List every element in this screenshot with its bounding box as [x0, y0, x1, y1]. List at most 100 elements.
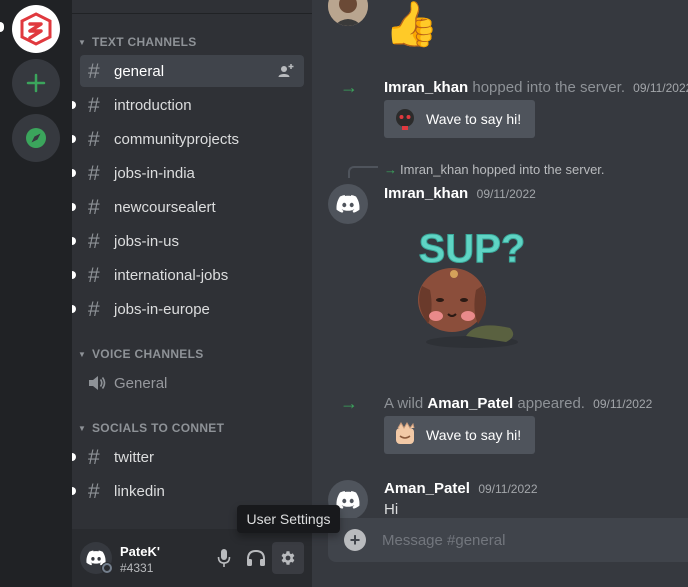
hash-icon: #	[88, 229, 100, 253]
hash-icon: #	[88, 93, 100, 117]
unread-indicator	[72, 237, 76, 245]
timestamp: 09/11/2022	[633, 81, 688, 95]
channel-sidebar: ▼ TEXT CHANNELS # general # introduction…	[72, 0, 312, 587]
channel-name: jobs-in-india	[114, 164, 195, 182]
sticker-text: SUP?	[419, 227, 526, 271]
join-arrow-icon: →	[340, 393, 358, 413]
member-name[interactable]: Aman_Patel	[427, 395, 513, 412]
user-settings-button[interactable]	[272, 542, 304, 574]
join-prefix: A wild	[384, 395, 424, 412]
avatar[interactable]	[328, 0, 368, 26]
speaker-icon	[88, 375, 112, 391]
gear-icon	[281, 551, 295, 565]
server-rail	[0, 0, 72, 587]
username: PateK'	[120, 544, 160, 559]
sidebar-header	[72, 0, 312, 14]
hash-icon: #	[88, 297, 100, 321]
unread-indicator	[72, 487, 76, 495]
channel-newcoursealert[interactable]: # newcoursealert	[72, 191, 304, 223]
plus-icon	[26, 73, 46, 93]
wave-sticker-icon	[396, 422, 415, 444]
channel-name: jobs-in-europe	[114, 300, 210, 318]
channel-jobs-in-india[interactable]: # jobs-in-india	[72, 157, 304, 189]
avatar[interactable]	[328, 184, 368, 224]
author-name[interactable]: Imran_khan	[384, 185, 468, 202]
channel-name: international-jobs	[114, 266, 229, 284]
channel-international-jobs[interactable]: # international-jobs	[72, 259, 304, 291]
server-icon-active[interactable]	[12, 5, 60, 53]
timestamp: 09/11/2022	[476, 187, 536, 201]
add-server-button[interactable]	[12, 59, 60, 107]
channel-introduction[interactable]: # introduction	[72, 89, 304, 121]
upload-plus-button[interactable]: +	[344, 529, 366, 551]
discord-logo-icon	[336, 195, 360, 213]
member-name[interactable]: Imran_khan	[384, 79, 468, 96]
message-header: Imran_khan 09/11/2022	[384, 185, 536, 203]
reply-connector	[348, 166, 378, 178]
plus-icon: +	[349, 530, 361, 550]
chevron-down-icon: ▼	[78, 37, 87, 47]
channel-name: jobs-in-us	[114, 232, 180, 250]
reply-text: Imran_khan hopped into the server.	[400, 162, 605, 177]
hash-icon: #	[88, 59, 100, 83]
channel-linkedin[interactable]: # linkedin	[72, 475, 304, 507]
hash-icon: #	[88, 127, 100, 151]
user-panel: PateK' #4331	[72, 529, 312, 587]
category-text-channels[interactable]: ▼ TEXT CHANNELS	[78, 32, 197, 52]
unread-indicator	[72, 135, 76, 143]
chat-area: 👍 → Imran_khan hopped into the server. 0…	[312, 0, 688, 587]
wave-label: Wave to say hi!	[426, 427, 522, 443]
headphones-icon	[247, 549, 265, 566]
wave-label: Wave to say hi!	[426, 111, 522, 127]
channel-name: linkedin	[114, 482, 165, 500]
join-arrow-icon: →	[340, 77, 358, 97]
shield-logo-icon	[20, 12, 52, 46]
join-suffix: appeared.	[517, 395, 585, 412]
hash-icon: #	[88, 161, 100, 185]
channel-jobs-in-europe[interactable]: # jobs-in-europe	[72, 293, 304, 325]
chevron-down-icon: ▼	[78, 423, 87, 433]
sup-sticker: SUP?	[406, 224, 538, 356]
user-settings-tooltip: User Settings	[237, 505, 340, 533]
wave-button[interactable]: Wave to say hi!	[384, 416, 536, 454]
message-input[interactable]: Message #general	[382, 532, 505, 549]
compass-icon	[26, 128, 46, 148]
wave-sticker-icon	[396, 109, 414, 130]
unread-indicator	[72, 101, 76, 109]
join-arrow-icon: →	[384, 162, 397, 177]
channel-name: introduction	[114, 96, 192, 114]
invite-user-icon[interactable]	[278, 63, 294, 83]
voice-channel-general[interactable]: General	[80, 367, 304, 399]
category-voice-channels[interactable]: ▼ VOICE CHANNELS	[78, 344, 204, 364]
channel-name: general	[114, 62, 165, 80]
channel-name: newcoursealert	[114, 198, 216, 216]
deafen-button[interactable]	[240, 542, 272, 574]
channel-name: twitter	[114, 448, 155, 466]
category-label: SOCIALS TO CONNET	[92, 421, 225, 435]
hash-icon: #	[88, 445, 100, 469]
category-socials[interactable]: ▼ SOCIALS TO CONNET	[78, 418, 224, 438]
channel-twitter[interactable]: # twitter	[72, 441, 304, 473]
join-text: hopped into the server.	[472, 79, 625, 96]
microphone-icon	[217, 549, 231, 567]
unread-indicator	[72, 203, 76, 211]
reply-preview[interactable]: → Imran_khan hopped into the server.	[384, 162, 605, 177]
wave-button[interactable]: Wave to say hi!	[384, 100, 536, 138]
timestamp: 09/11/2022	[478, 482, 538, 496]
unread-indicator	[72, 271, 76, 279]
explore-servers-button[interactable]	[12, 114, 60, 162]
system-join-message: A wild Aman_Patel appeared. 09/11/2022	[384, 395, 652, 412]
channel-general[interactable]: # general	[80, 55, 304, 87]
mute-button[interactable]	[208, 542, 240, 574]
active-server-indicator	[0, 22, 4, 32]
channel-jobs-in-us[interactable]: # jobs-in-us	[72, 225, 304, 257]
category-label: VOICE CHANNELS	[92, 347, 204, 361]
channel-communityprojects[interactable]: # communityprojects	[72, 123, 304, 155]
message-composer: + Message #general	[328, 518, 688, 562]
user-discriminator: #4331	[120, 561, 154, 575]
timestamp: 09/11/2022	[593, 397, 653, 411]
unread-indicator	[72, 305, 76, 313]
message-text: Hi	[384, 501, 399, 518]
channel-name: communityprojects	[114, 130, 240, 148]
author-name[interactable]: Aman_Patel	[384, 480, 470, 497]
